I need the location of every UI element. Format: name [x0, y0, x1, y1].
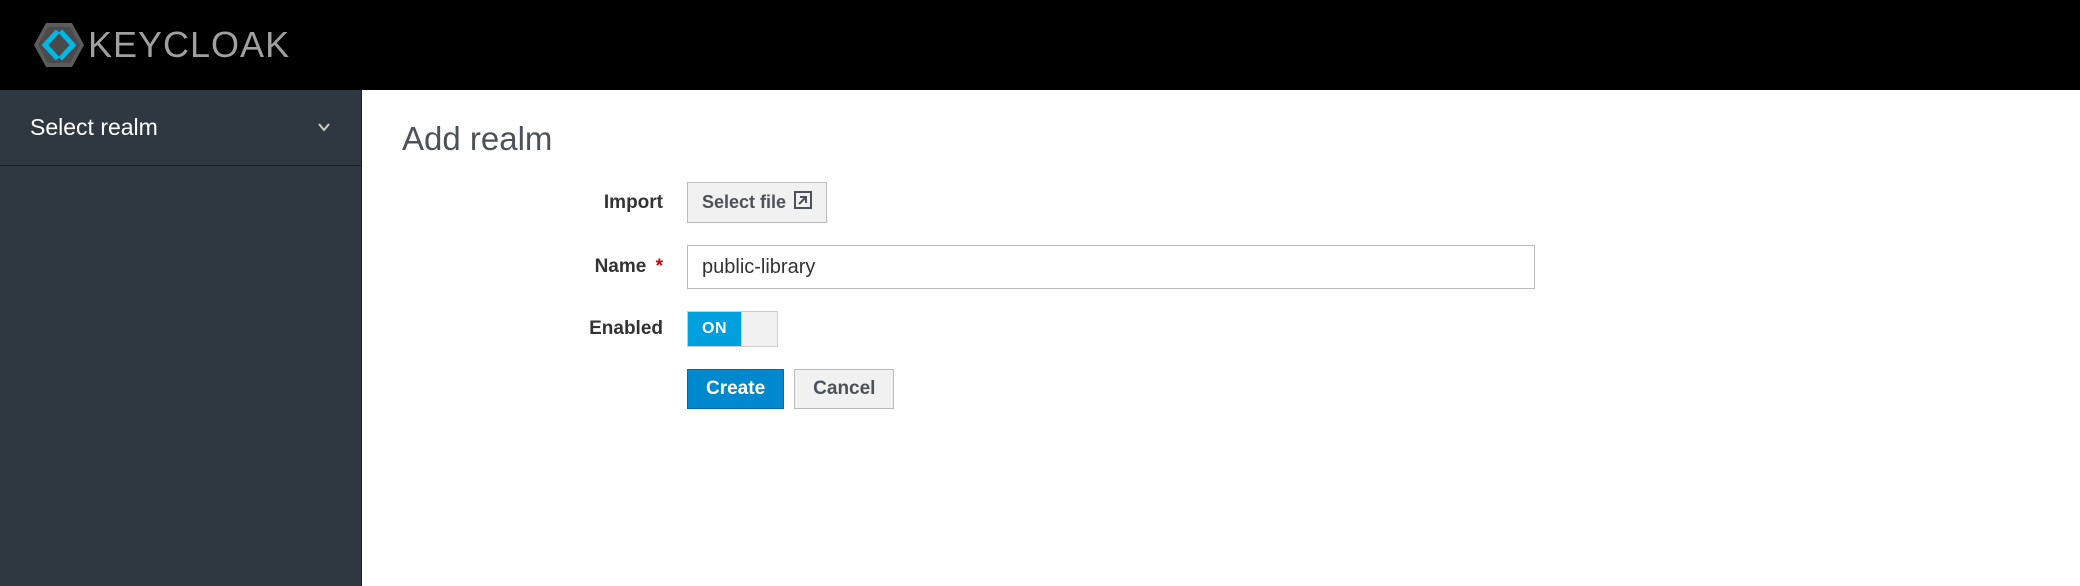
brand-logo[interactable]: KEYCLOAK	[34, 23, 290, 67]
required-indicator: *	[656, 256, 663, 277]
create-button[interactable]: Create	[687, 369, 784, 409]
enabled-control: ON	[687, 311, 2040, 347]
sidebar: Select realm	[0, 90, 362, 586]
app-header: KEYCLOAK	[0, 0, 2080, 90]
toggle-handle	[741, 312, 777, 346]
toggle-on-label: ON	[688, 312, 741, 346]
form-row-enabled: Enabled ON	[402, 311, 2040, 347]
import-file-icon	[794, 191, 812, 214]
select-file-button[interactable]: Select file	[687, 182, 827, 223]
main-content: Add realm Import Select file	[362, 90, 2080, 586]
name-label: Name *	[402, 256, 687, 278]
name-label-text: Name	[595, 256, 647, 277]
page-title: Add realm	[402, 120, 2040, 158]
realm-name-input[interactable]	[687, 245, 1535, 289]
add-realm-form: Import Select file	[402, 182, 2040, 409]
import-label: Import	[402, 192, 687, 214]
cancel-button[interactable]: Cancel	[794, 369, 894, 409]
form-row-name: Name *	[402, 245, 2040, 289]
brand-name: KEYCLOAK	[88, 24, 290, 66]
form-actions: Create Cancel	[687, 369, 2040, 409]
realm-selector-dropdown[interactable]: Select realm	[0, 90, 361, 166]
enabled-toggle[interactable]: ON	[687, 311, 778, 347]
realm-selector-label: Select realm	[30, 114, 158, 141]
form-row-import: Import Select file	[402, 182, 2040, 223]
main-layout: Select realm Add realm Import Select fil…	[0, 90, 2080, 586]
enabled-label: Enabled	[402, 318, 687, 340]
chevron-down-icon	[317, 119, 331, 137]
import-control: Select file	[687, 182, 2040, 223]
select-file-button-label: Select file	[702, 192, 786, 213]
name-control	[687, 245, 2040, 289]
keycloak-logo-icon	[34, 23, 84, 67]
